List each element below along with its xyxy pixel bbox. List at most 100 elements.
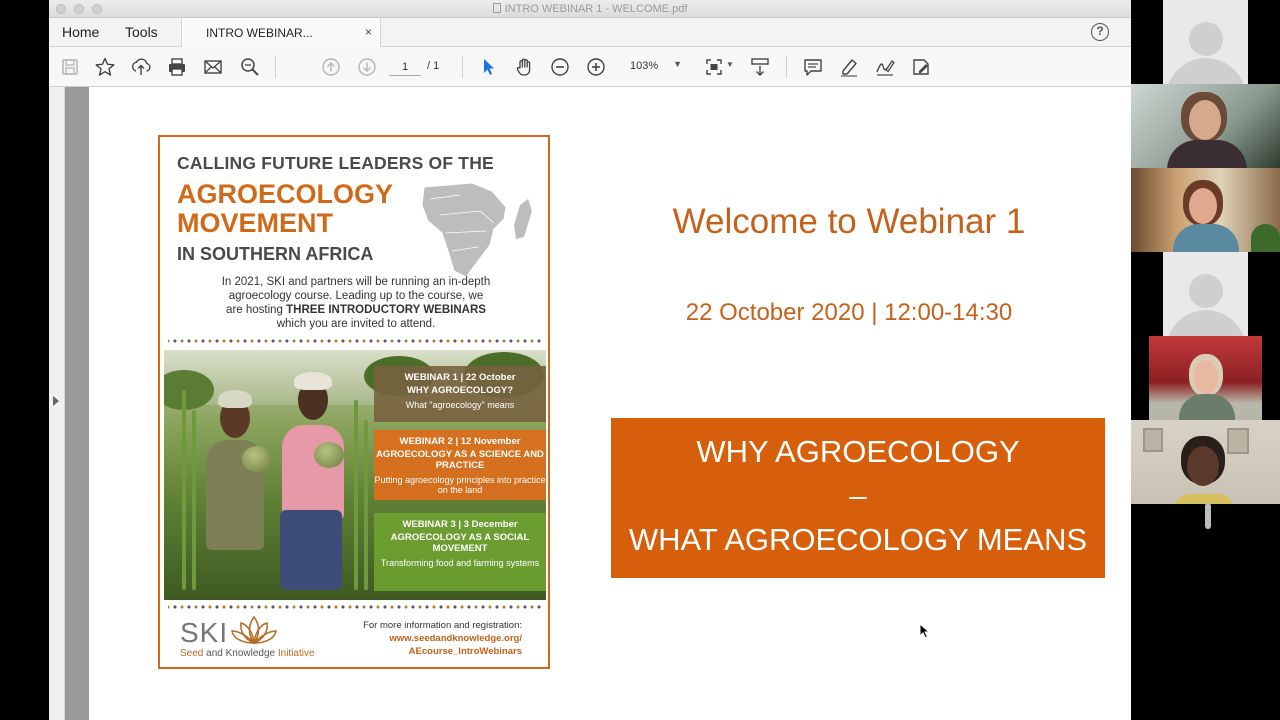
chevron-down-icon[interactable]: ▼	[726, 60, 734, 69]
participant-body	[1167, 140, 1247, 168]
webinar-datetime: 22 October 2020 | 12:00-14:30	[685, 299, 1013, 326]
photo-melon	[314, 442, 344, 468]
poster-headline-2: AGROECOLOGY	[177, 179, 394, 209]
print-icon[interactable]	[166, 56, 188, 78]
lotus-logo-icon	[231, 615, 277, 645]
save-icon[interactable]	[59, 56, 81, 78]
webinar-3-subtitle: Transforming food and farming systems	[380, 558, 540, 568]
photo-melon	[242, 446, 272, 472]
window-title: INTRO WEBINAR 1 - WELCOME.pdf	[49, 3, 1131, 15]
document-area[interactable]: CALLING FUTURE LEADERS OF THE AGROECOLOG…	[49, 87, 1131, 720]
poster-headline-3: MOVEMENT	[177, 208, 334, 238]
page-gutter-left	[65, 87, 89, 720]
poster-intro: In 2021, SKI and partners will be runnin…	[180, 275, 532, 331]
document-tab-label: INTRO WEBINAR...	[206, 26, 313, 40]
pdf-viewer-window: INTRO WEBINAR 1 - WELCOME.pdf Home Tools…	[49, 0, 1131, 720]
zoom-value: 103%	[630, 60, 659, 72]
scroll-mode-icon[interactable]	[749, 56, 771, 78]
zoom-in-icon[interactable]	[585, 56, 607, 78]
participant-tile-video[interactable]	[1131, 168, 1280, 252]
bookmark-star-icon[interactable]	[94, 56, 116, 78]
participant-tile-avatar[interactable]	[1163, 0, 1248, 84]
zoom-out-icon[interactable]	[549, 56, 571, 78]
photo-person	[282, 425, 344, 520]
comment-icon[interactable]	[802, 56, 824, 78]
poster-photo: WEBINAR 1 | 22 October WHY AGROECOLOGY? …	[164, 350, 546, 600]
poster-intro-line: which you are invited to attend.	[276, 318, 436, 330]
ski-subtitle: Seed and Knowledge Initiative	[180, 648, 315, 659]
bead-divider	[168, 604, 542, 610]
side-panel-toggle[interactable]	[49, 87, 65, 720]
photo-plant	[364, 420, 368, 590]
toolbar: / 1 103% ▼ ▼	[49, 47, 1131, 87]
poster-headline-1: CALLING FUTURE LEADERS OF THE	[177, 153, 494, 173]
participant-tile-avatar[interactable]	[1163, 252, 1248, 336]
participant-tile-video[interactable]	[1131, 84, 1280, 168]
webinar-3-box: WEBINAR 3 | 3 December AGROECOLOGY AS A …	[374, 513, 546, 591]
participant-body	[1173, 224, 1239, 252]
zoom-select[interactable]: 103% ▼	[620, 58, 686, 76]
chevron-right-icon	[53, 396, 59, 406]
upload-icon[interactable]	[130, 56, 152, 78]
ski-sub-and-knowledge: and Knowledge	[203, 648, 278, 659]
africa-map-icon	[421, 182, 532, 278]
participant-tile-video[interactable]	[1149, 336, 1262, 420]
webinar-1-box: WEBINAR 1 | 22 October WHY AGROECOLOGY? …	[374, 366, 546, 422]
ski-logo-text: SKI	[180, 617, 229, 648]
edit-pdf-icon[interactable]	[910, 56, 932, 78]
webinar-1-subtitle: What "agroecology" means	[405, 400, 515, 410]
close-tab-icon[interactable]: ×	[365, 25, 372, 39]
avatar-body	[1166, 310, 1246, 336]
banner-line-3: WHAT AGROECOLOGY MEANS	[628, 522, 1088, 557]
webinar-2-title: AGROECOLOGY AS A SCIENCE AND PRACTICE	[376, 449, 544, 471]
banner-line-1: WHY AGROECOLOGY	[696, 434, 1020, 469]
participant-body	[1175, 494, 1233, 504]
window-title-text: INTRO WEBINAR 1 - WELCOME.pdf	[504, 3, 688, 15]
photo-plant	[192, 410, 196, 590]
email-icon[interactable]	[202, 56, 224, 78]
avatar-head	[1189, 22, 1223, 56]
avatar-body	[1166, 58, 1246, 84]
page-up-icon[interactable]	[320, 56, 342, 78]
webinar-1-heading: WEBINAR 1 | 22 October	[404, 372, 516, 383]
photo-plant	[182, 390, 186, 590]
ski-sub-seed: Seed	[180, 648, 204, 659]
page-number-input[interactable]	[389, 58, 421, 76]
video-panel-scrollbar[interactable]	[1205, 503, 1211, 529]
participant-body	[1179, 394, 1235, 420]
participant-video-panel	[1131, 0, 1280, 720]
page-down-icon[interactable]	[356, 56, 378, 78]
menu-tools[interactable]: Tools	[125, 24, 158, 40]
participant-plant	[1251, 224, 1280, 252]
more-info-url-1: www.seedandknowledge.org/	[389, 633, 522, 644]
participant-face	[1189, 188, 1217, 224]
webinar-poster: CALLING FUTURE LEADERS OF THE AGROECOLOG…	[158, 135, 550, 669]
menu-home[interactable]: Home	[62, 24, 99, 40]
highlight-pen-icon[interactable]	[838, 56, 860, 78]
toolbar-separator	[462, 56, 463, 78]
select-arrow-icon[interactable]	[477, 56, 499, 78]
sign-icon[interactable]	[874, 56, 896, 78]
webinar-3-title: AGROECOLOGY AS A SOCIAL MOVEMENT	[390, 532, 530, 554]
ski-sub-initiative: Initiative	[277, 648, 315, 659]
photo-person-hat	[218, 390, 252, 408]
toolbar-separator	[275, 56, 276, 78]
poster-intro-line: are hosting THREE INTRODUCTORY WEBINARS	[180, 303, 532, 317]
fit-page-icon[interactable]	[703, 56, 725, 78]
pdf-page: CALLING FUTURE LEADERS OF THE AGROECOLOG…	[89, 87, 1131, 720]
pdf-file-icon	[492, 3, 501, 13]
more-info-label: For more information and registration:	[363, 620, 522, 631]
menu-bar: Home Tools INTRO WEBINAR... × ?	[49, 18, 1131, 47]
chevron-down-icon: ▼	[673, 59, 682, 69]
participant-tile-video[interactable]	[1131, 420, 1280, 504]
poster-headline-4: IN SOUTHERN AFRICA	[177, 244, 374, 264]
document-tab[interactable]: INTRO WEBINAR... ×	[181, 18, 381, 47]
webinar-3-heading: WEBINAR 3 | 3 December	[402, 519, 518, 530]
hand-icon[interactable]	[513, 56, 535, 78]
webinar-1-title: WHY AGROECOLOGY?	[406, 385, 514, 396]
search-zoom-icon[interactable]	[239, 56, 261, 78]
page-total: / 1	[427, 60, 440, 72]
more-info-url-2: AEcourse_IntroWebinars	[408, 646, 522, 657]
poster-intro-line: In 2021, SKI and partners will be runnin…	[221, 276, 491, 288]
help-icon[interactable]: ?	[1091, 23, 1109, 41]
